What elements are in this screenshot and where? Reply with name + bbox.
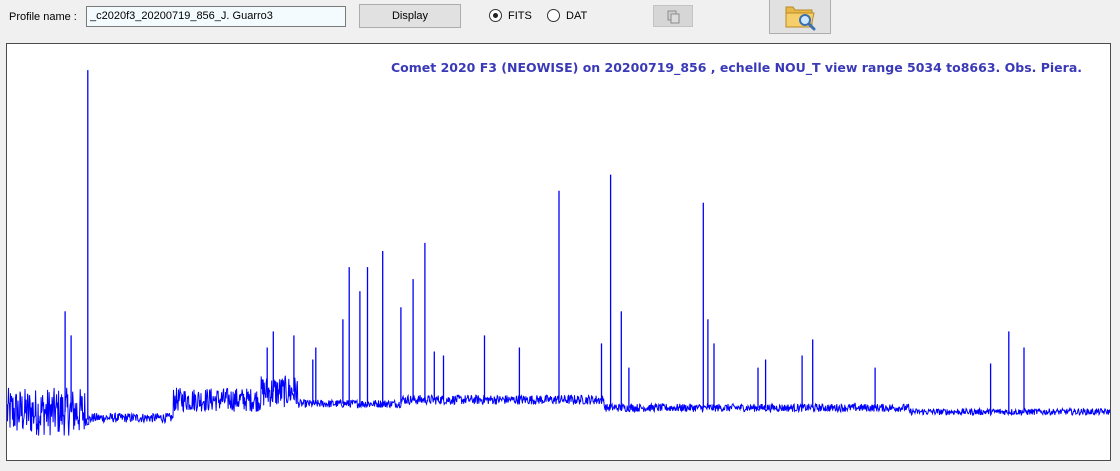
profile-name-input[interactable] [86,6,346,27]
toolbar: Profile name : Display FITS DAT [0,0,1120,40]
display-button[interactable]: Display [359,4,461,28]
spectrum-plot: Comet 2020 F3 (NEOWISE) on 20200719_856 … [6,43,1111,461]
copy-button[interactable] [653,5,693,27]
dat-radio-label[interactable]: DAT [566,10,587,22]
fits-radio-label[interactable]: FITS [508,10,532,22]
dat-radio[interactable] [547,9,560,22]
plot-title: Comet 2020 F3 (NEOWISE) on 20200719_856 … [390,60,1082,75]
right-edge [1112,43,1120,461]
open-file-button[interactable] [769,0,831,34]
profile-name-label: Profile name : [9,11,77,23]
spectrum-chart [7,70,1110,436]
fits-radio[interactable] [489,9,502,22]
folder-search-icon [785,6,816,31]
copy-icon [667,10,680,24]
